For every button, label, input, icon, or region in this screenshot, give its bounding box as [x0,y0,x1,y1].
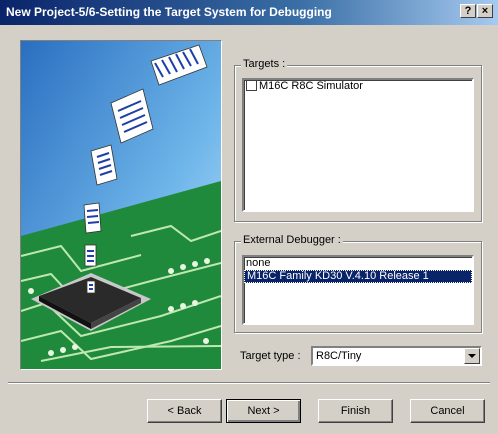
targets-group: Targets : M16C R8C Simulator [234,58,482,222]
target-type-label: Target type : [240,350,301,362]
button-separator [8,382,490,384]
help-button[interactable]: ? [460,4,476,18]
external-debugger-label: External Debugger : [241,234,343,246]
chip-and-documents-image [21,41,221,369]
external-debugger-list[interactable]: none M16C Family KD30 V.4.10 Release 1 [242,255,474,325]
wizard-illustration [20,40,222,370]
title-bar[interactable]: New Project-5/6-Setting the Target Syste… [0,0,498,25]
chevron-down-icon[interactable] [464,348,480,364]
debugger-item-none[interactable]: none [244,257,472,270]
cancel-button[interactable]: Cancel [410,399,485,423]
window-title: New Project-5/6-Setting the Target Syste… [6,5,332,19]
next-button[interactable]: Next > [226,399,301,423]
target-item-label: M16C R8C Simulator [259,80,363,92]
target-type-select[interactable]: R8C/Tiny [311,346,482,366]
external-debugger-group: External Debugger : none M16C Family KD3… [234,234,482,333]
wizard-dialog: New Project-5/6-Setting the Target Syste… [0,0,498,434]
target-checkbox[interactable] [246,80,257,91]
back-button[interactable]: < Back [147,399,222,423]
finish-button[interactable]: Finish [318,399,393,423]
close-button[interactable]: × [477,4,493,18]
target-item-m16c-r8c-simulator[interactable]: M16C R8C Simulator [244,80,472,93]
targets-label: Targets : [241,58,288,70]
debugger-item-kd30[interactable]: M16C Family KD30 V.4.10 Release 1 [244,270,472,283]
target-type-value: R8C/Tiny [316,350,362,362]
targets-list[interactable]: M16C R8C Simulator [242,78,474,212]
